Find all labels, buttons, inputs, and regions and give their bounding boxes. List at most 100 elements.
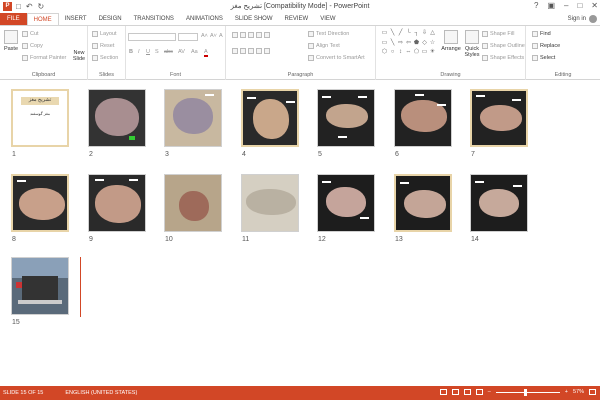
- arrange-button[interactable]: Arrange: [440, 30, 462, 52]
- shrink-font-button[interactable]: A˅: [210, 33, 217, 39]
- cut-button[interactable]: Cut: [22, 31, 39, 37]
- format-painter-button[interactable]: Format Painter: [22, 55, 66, 61]
- zoom-slider[interactable]: [495, 388, 560, 396]
- shape-item[interactable]: ▭: [381, 30, 388, 39]
- shape-item[interactable]: ⬠: [413, 49, 420, 58]
- strikethrough-button[interactable]: abc: [164, 49, 173, 55]
- shape-effects-button[interactable]: Shape Effects: [482, 55, 524, 61]
- select-button[interactable]: Select: [532, 55, 555, 61]
- align-buttons[interactable]: [232, 48, 270, 54]
- slide-thumbnail[interactable]: [11, 257, 69, 315]
- zoom-in-button[interactable]: +: [565, 389, 568, 395]
- shape-item[interactable]: ▭: [381, 40, 388, 49]
- slide-thumbnail[interactable]: [394, 174, 452, 232]
- sign-in[interactable]: Sign in: [568, 15, 597, 23]
- zoom-out-button[interactable]: –: [488, 389, 491, 395]
- font-size-field[interactable]: [178, 33, 198, 41]
- slide-thumbnail[interactable]: [394, 89, 452, 147]
- help-icon[interactable]: ?: [534, 1, 538, 10]
- change-case-button[interactable]: Aa: [191, 49, 198, 55]
- text-direction-button[interactable]: Text Direction: [308, 31, 349, 37]
- shape-item[interactable]: └: [405, 30, 412, 39]
- underline-button[interactable]: U: [146, 49, 150, 55]
- align-text-button[interactable]: Align Text: [308, 43, 340, 49]
- slideshow-view-icon[interactable]: [475, 389, 483, 395]
- language-indicator[interactable]: ENGLISH (UNITED STATES): [65, 390, 137, 396]
- shape-item[interactable]: ⇦: [405, 40, 412, 49]
- section-button[interactable]: Section: [92, 55, 118, 61]
- copy-button[interactable]: Copy: [22, 43, 43, 49]
- shape-item[interactable]: ┐: [413, 30, 420, 39]
- save-icon[interactable]: □: [16, 2, 21, 11]
- slide-thumbnail[interactable]: [470, 89, 528, 147]
- italic-button[interactable]: I: [138, 49, 140, 55]
- normal-view-icon[interactable]: [439, 389, 447, 395]
- ribbon-display-icon[interactable]: ▣: [547, 1, 555, 10]
- bullets-button[interactable]: [232, 32, 270, 38]
- shape-item[interactable]: ☀: [429, 49, 436, 58]
- tab-review[interactable]: REVIEW: [279, 13, 315, 25]
- layout-button[interactable]: Layout: [92, 31, 117, 37]
- slide-thumbnail[interactable]: [470, 174, 528, 232]
- shape-item[interactable]: ⇩: [421, 30, 428, 39]
- shape-item[interactable]: ╲: [389, 30, 396, 39]
- shape-item[interactable]: ⬡: [381, 49, 388, 58]
- tab-design[interactable]: DESIGN: [93, 13, 128, 25]
- clear-format-button[interactable]: A: [219, 33, 223, 39]
- slide-thumbnail[interactable]: [88, 174, 146, 232]
- convert-smartart-button[interactable]: Convert to SmartArt: [308, 55, 365, 61]
- zoom-level[interactable]: 57%: [573, 389, 584, 395]
- avatar[interactable]: [589, 15, 597, 23]
- close-icon[interactable]: ✕: [591, 1, 598, 10]
- slide-thumbnail[interactable]: [241, 89, 299, 147]
- slide-thumbnail[interactable]: [317, 174, 375, 232]
- new-slide-label-wrap[interactable]: New Slide: [70, 50, 88, 62]
- maximize-icon[interactable]: □: [577, 1, 582, 10]
- char-spacing-button[interactable]: AV: [178, 49, 185, 55]
- shape-item[interactable]: ⬟: [413, 40, 420, 49]
- fit-to-window-icon[interactable]: [589, 389, 596, 395]
- tab-transitions[interactable]: TRANSITIONS: [128, 13, 180, 25]
- tab-insert[interactable]: INSERT: [59, 13, 93, 25]
- shape-item[interactable]: ╲: [389, 40, 396, 49]
- shape-item[interactable]: ⇔: [405, 49, 412, 58]
- tab-animations[interactable]: ANIMATIONS: [180, 13, 229, 25]
- slide-thumbnail[interactable]: [11, 174, 69, 232]
- slide-thumbnail[interactable]: [164, 89, 222, 147]
- shapes-gallery[interactable]: ▭ ╲ ╱ └ ┐ ⇩ △ ▭ ╲ ⇨ ⇦ ⬟ ◇ ☆ ⬡ ○ ↕ ⇔ ⬠ ▭ ☀: [381, 30, 437, 58]
- paste-button[interactable]: Paste: [3, 30, 19, 52]
- slide-thumbnail[interactable]: [88, 89, 146, 147]
- slide-thumbnail[interactable]: [241, 174, 299, 232]
- shape-item[interactable]: ○: [389, 49, 396, 58]
- slide-thumbnail[interactable]: [317, 89, 375, 147]
- tab-view[interactable]: VIEW: [314, 13, 341, 25]
- shape-item[interactable]: △: [429, 30, 436, 39]
- slide-sorter-view-icon[interactable]: [451, 389, 459, 395]
- redo-icon[interactable]: ↻: [38, 2, 45, 11]
- bold-button[interactable]: B: [129, 49, 133, 55]
- zoom-slider-knob[interactable]: [523, 388, 527, 396]
- shadow-button[interactable]: S: [155, 49, 159, 55]
- font-name-field[interactable]: [128, 33, 176, 41]
- shape-item[interactable]: ↕: [397, 49, 404, 58]
- sign-in-label[interactable]: Sign in: [568, 16, 586, 22]
- undo-icon[interactable]: ↶: [26, 2, 33, 11]
- reset-button[interactable]: Reset: [92, 43, 114, 49]
- shape-item[interactable]: ▭: [421, 49, 428, 58]
- tab-slide-show[interactable]: SLIDE SHOW: [229, 13, 279, 25]
- shape-item[interactable]: ◇: [421, 40, 428, 49]
- shape-item[interactable]: ⇨: [397, 40, 404, 49]
- reading-view-icon[interactable]: [463, 389, 471, 395]
- shape-item[interactable]: ╱: [397, 30, 404, 39]
- minimize-icon[interactable]: –: [564, 1, 568, 10]
- slide-thumbnail[interactable]: [164, 174, 222, 232]
- font-color-button[interactable]: A: [204, 49, 208, 57]
- shape-outline-button[interactable]: Shape Outline: [482, 43, 525, 49]
- tab-file[interactable]: FILE: [0, 13, 27, 25]
- shape-item[interactable]: ☆: [429, 40, 436, 49]
- find-button[interactable]: Find: [532, 31, 551, 37]
- replace-button[interactable]: Replace: [532, 43, 560, 49]
- tab-home[interactable]: HOME: [26, 13, 59, 25]
- quick-styles-button[interactable]: Quick Styles: [463, 30, 481, 58]
- grow-font-button[interactable]: A˄: [201, 33, 208, 39]
